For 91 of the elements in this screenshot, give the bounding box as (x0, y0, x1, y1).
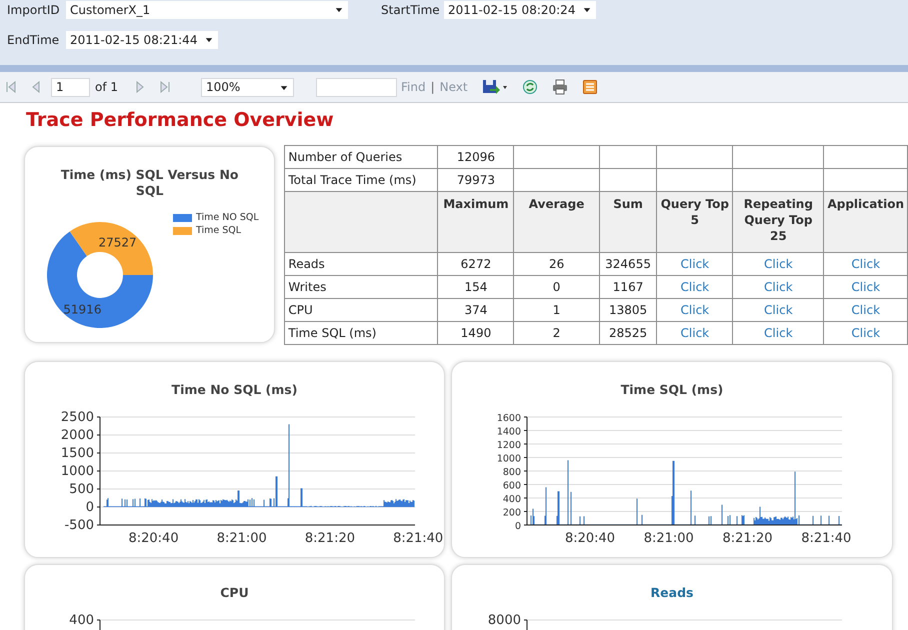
axis-label: 1600 (496, 413, 521, 424)
table-cell: 1167 (599, 276, 657, 298)
table-cell: 28525 (599, 322, 657, 344)
axis-label: 8:21:20 (722, 531, 773, 546)
axis-label: -500 (64, 518, 94, 533)
find-link[interactable]: Find (401, 80, 426, 94)
table-cell: Writes (284, 276, 438, 298)
print-icon[interactable] (552, 79, 568, 95)
table-cell: 324655 (599, 252, 657, 276)
axis-label: 1500 (60, 446, 94, 461)
chart-title: Time (ms) SQL Versus No SQL (60, 167, 240, 199)
axis-label: 8:20:40 (564, 531, 616, 546)
column-header: Sum (599, 192, 657, 252)
column-header: Average (514, 192, 600, 252)
chart-title: Time SQL (ms) (620, 382, 724, 397)
table-cell: 1490 (438, 322, 514, 344)
caret-icon (280, 86, 288, 90)
axis-label: 500 (69, 482, 94, 497)
axis-label: 200 (502, 508, 521, 518)
axis-label: 1400 (496, 426, 521, 438)
table-cell: 12096 (438, 146, 514, 168)
export-icon[interactable] (482, 79, 508, 95)
axis-label: 8:20:40 (128, 531, 179, 546)
refresh-icon[interactable] (522, 79, 538, 95)
axis-label: 600 (502, 480, 521, 492)
axis-label: 1200 (496, 440, 521, 451)
first-page-icon[interactable] (5, 81, 17, 93)
column-header: Repeating Query Top 25 (732, 192, 824, 252)
axis-label: 2000 (60, 428, 94, 443)
table-cell: 1 (514, 298, 600, 322)
previous-page-icon[interactable] (30, 81, 42, 93)
column-header: Application (824, 192, 908, 252)
document-map-icon[interactable] (582, 79, 598, 95)
legend-label: Time NO SQL (196, 212, 259, 223)
click-link[interactable]: Click (764, 257, 793, 271)
page-number-field[interactable]: 1 (51, 78, 90, 96)
axis-label: 8:21:00 (216, 531, 267, 546)
y-axis (96, 620, 100, 630)
next-page-icon[interactable] (134, 81, 146, 93)
find-field[interactable] (316, 78, 398, 96)
axis-label: 800 (502, 467, 521, 478)
end-time-dropdown[interactable]: 2011-02-15 08:21:44 (66, 31, 218, 49)
data-label: 27527 (98, 235, 137, 250)
table-cell: 13805 (599, 298, 657, 322)
chart-title: CPU (220, 585, 249, 600)
axis-label: 1000 (496, 454, 521, 464)
table-cell: 6272 (438, 252, 514, 276)
parameter-label: ImportID (6, 3, 61, 17)
axis-label: 2500 (60, 410, 94, 425)
start-time-dropdown[interactable]: 2011-02-15 08:20:24 (444, 1, 596, 19)
column-header: Maximum (438, 192, 514, 252)
parameter-label: StartTime (381, 3, 441, 17)
table-cell: Reads (284, 252, 438, 276)
table-cell: 154 (438, 276, 514, 298)
next-link[interactable]: Next (440, 80, 468, 94)
separator-text: | (430, 80, 435, 94)
table-cell: 2 (514, 322, 600, 344)
zoom-dropdown[interactable]: 100% (201, 78, 294, 96)
data-label: 51916 (63, 302, 102, 317)
chart-title: Time No SQL (ms) (172, 382, 298, 397)
axis-label: 400 (69, 613, 94, 628)
axis-label: 1000 (60, 464, 94, 479)
axis-label: 8:21:00 (644, 531, 694, 546)
y-axis (524, 620, 528, 630)
table-cell: CPU (284, 298, 438, 322)
table-cell: 0 (514, 276, 600, 298)
table-cell: 26 (514, 252, 600, 276)
caret-icon (335, 8, 343, 13)
last-page-icon[interactable] (159, 81, 172, 93)
legend-label: Time SQL (196, 225, 242, 236)
axis-label: 8:21:20 (304, 531, 356, 546)
axis-label: 8000 (488, 613, 521, 628)
axis-label: 8:21:40 (801, 531, 852, 546)
caret-icon (583, 8, 591, 13)
axis-label: 8:21:40 (393, 531, 444, 546)
axis-label: 400 (502, 494, 521, 505)
page-count: of 1 (95, 80, 118, 94)
chart-title[interactable]: Reads (650, 585, 694, 600)
caret-icon (205, 38, 213, 43)
table-cell: 374 (438, 298, 514, 322)
axis-label: 0 (514, 521, 521, 532)
table-cell: Number of Queries (284, 146, 438, 168)
click-link[interactable]: Click (764, 280, 793, 294)
report-title: Trace Performance Overview (25, 108, 335, 133)
parameter-label: EndTime (6, 33, 60, 47)
import-id-dropdown[interactable]: CustomerX_1 (66, 1, 348, 19)
table-cell: Time SQL (ms) (284, 322, 438, 344)
click-link[interactable]: Click (764, 326, 793, 340)
column-header: Query Top 5 (656, 192, 733, 252)
axis-label: 0 (86, 500, 94, 515)
click-link[interactable]: Click (764, 303, 793, 317)
